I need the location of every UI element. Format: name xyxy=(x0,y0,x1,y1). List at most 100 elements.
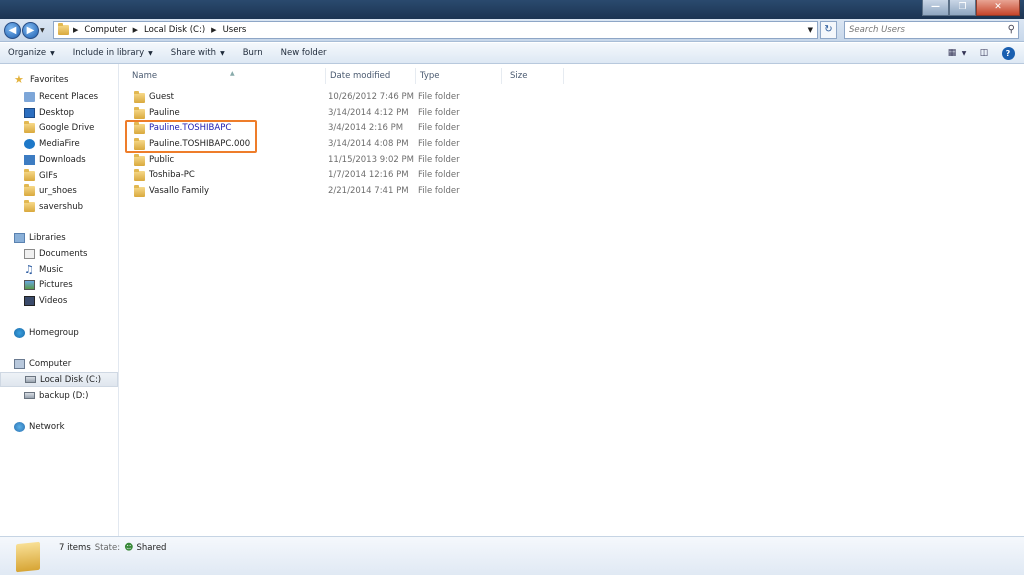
change-view-icon[interactable]: ▦ xyxy=(944,46,960,60)
burn-button[interactable]: Burn xyxy=(243,48,263,58)
nav-group-favorites[interactable]: ★ Favorites xyxy=(14,72,68,87)
nav-item-label: Videos xyxy=(39,295,68,306)
breadcrumb-label[interactable]: Computer xyxy=(84,25,126,35)
view-dropdown-icon[interactable]: ▼ xyxy=(960,46,968,60)
nav-group-libraries[interactable]: Libraries xyxy=(14,230,66,245)
nav-item-local-disk-c[interactable]: Local Disk (C:) xyxy=(0,372,118,387)
file-name-cell: Pauline xyxy=(134,106,180,121)
libraries-icon xyxy=(14,232,25,243)
breadcrumb-computer[interactable]: ▶ Computer xyxy=(73,25,127,35)
file-name: Public xyxy=(149,155,175,165)
breadcrumb-label[interactable]: Users xyxy=(223,25,247,35)
file-name: Guest xyxy=(149,92,174,102)
file-name: Toshiba-PC xyxy=(149,170,195,180)
maximize-button[interactable]: ❐ xyxy=(949,0,976,16)
share-with-button[interactable]: Share with ▼ xyxy=(171,48,225,58)
nav-item-videos[interactable]: Videos xyxy=(0,293,118,308)
nav-item-mediafire[interactable]: MediaFire xyxy=(0,136,118,151)
folder-icon xyxy=(134,90,145,103)
nav-item-documents[interactable]: Documents xyxy=(0,246,118,261)
folder-icon xyxy=(134,168,145,181)
back-button[interactable]: ◀ xyxy=(4,22,21,39)
share-with-label: Share with xyxy=(170,48,217,58)
breadcrumb-separator-icon[interactable]: ▶ xyxy=(211,26,216,34)
file-date: 2/21/2014 7:41 PM xyxy=(328,186,409,196)
documents-icon xyxy=(24,248,35,259)
drive-icon xyxy=(24,392,35,399)
nav-item-downloads[interactable]: Downloads xyxy=(0,152,118,167)
help-icon[interactable]: ? xyxy=(1000,46,1016,60)
file-name-cell: Toshiba-PC xyxy=(134,168,195,183)
organize-button[interactable]: Organize ▼ xyxy=(8,48,55,58)
file-row[interactable]: Toshiba-PC 1/7/2014 12:16 PM File folder xyxy=(126,168,516,183)
file-row[interactable]: Vasallo Family 2/21/2014 7:41 PM File fold… xyxy=(126,184,516,199)
breadcrumb-separator-icon[interactable]: ▶ xyxy=(73,26,78,34)
chevron-down-icon: ▼ xyxy=(220,50,225,57)
music-icon: ♫ xyxy=(24,262,34,276)
status-bar: 7 items State: ☻ Shared xyxy=(0,536,1024,575)
search-icon[interactable]: ⚲ xyxy=(1008,24,1015,35)
chevron-down-icon: ▼ xyxy=(50,50,55,57)
nav-group-computer[interactable]: Computer xyxy=(14,356,71,371)
nav-group-label: Computer xyxy=(29,358,72,369)
column-label: Size xyxy=(510,71,528,81)
nav-item-label: GIFs xyxy=(39,170,58,181)
column-header-date-modified[interactable]: Date modified xyxy=(326,68,416,84)
breadcrumb-label[interactable]: Local Disk (C:) xyxy=(144,25,205,35)
drive-icon xyxy=(25,376,36,383)
nav-item-backup-d[interactable]: backup (D:) xyxy=(0,388,118,403)
new-folder-button[interactable]: New folder xyxy=(281,48,327,58)
nav-item-pictures[interactable]: Pictures xyxy=(0,277,118,292)
window-titlebar: — ❐ ✕ xyxy=(0,0,1024,19)
forward-button[interactable]: ▶ xyxy=(22,22,39,39)
close-button[interactable]: ✕ xyxy=(976,0,1020,16)
desktop-icon xyxy=(24,107,35,118)
file-row[interactable]: Pauline.TOSHIBAPC.000 3/14/2014 4:08 PM Fi… xyxy=(126,137,516,152)
include-in-library-button[interactable]: Include in library ▼ xyxy=(73,48,153,58)
search-input[interactable] xyxy=(849,25,999,35)
address-bar[interactable]: ▶ Computer ▶ Local Disk (C:) ▶ Users ▼ xyxy=(53,21,818,39)
breadcrumb-separator-icon[interactable]: ▶ xyxy=(133,26,138,34)
refresh-button[interactable]: ↻ xyxy=(820,21,837,39)
nav-item-savershub[interactable]: savershub xyxy=(0,199,118,214)
window-controls: — ❐ ✕ xyxy=(922,0,1020,16)
column-header-type[interactable]: Type xyxy=(416,68,502,84)
include-in-library-label: Include in library xyxy=(72,48,145,58)
navigation-pane: ★ Favorites Recent Places Desktop Google … xyxy=(0,64,119,536)
file-name-cell: Pauline.TOSHIBAPC.000 xyxy=(134,137,250,152)
preview-pane-icon[interactable]: ◫ xyxy=(976,46,992,60)
nav-item-label: Music xyxy=(39,264,64,275)
file-row[interactable]: Guest 10/26/2012 7:46 PM File folder xyxy=(126,90,516,105)
nav-item-gifs[interactable]: GIFs xyxy=(0,168,118,183)
breadcrumb-users[interactable]: ▶ Users xyxy=(211,25,246,35)
nav-item-label: ur_shoes xyxy=(39,185,77,196)
file-type: File folder xyxy=(418,186,460,196)
file-row[interactable]: Pauline 3/14/2014 4:12 PM File folder xyxy=(126,106,516,121)
file-row[interactable]: Public 11/15/2013 9:02 PM File folder xyxy=(126,153,516,168)
state-label: State: xyxy=(94,543,121,553)
column-header-name[interactable]: ▲ Name xyxy=(128,68,326,84)
nav-item-google-drive[interactable]: Google Drive xyxy=(0,120,118,135)
file-name-cell: Guest xyxy=(134,90,174,105)
file-row[interactable]: Pauline.TOSHIBAPC 3/4/2014 2:16 PM File fo… xyxy=(126,121,516,136)
nav-group-network[interactable]: Network xyxy=(14,419,65,434)
file-name-cell: Public xyxy=(134,153,174,168)
nav-group-homegroup[interactable]: Homegroup xyxy=(14,325,79,340)
folder-icon xyxy=(24,199,35,212)
search-box[interactable]: ⚲ xyxy=(844,21,1019,39)
file-date: 11/15/2013 9:02 PM xyxy=(328,155,414,165)
breadcrumb-local-disk[interactable]: ▶ Local Disk (C:) xyxy=(133,25,206,35)
network-icon xyxy=(14,421,25,432)
nav-item-music[interactable]: ♫ Music xyxy=(0,262,118,277)
address-dropdown-icon[interactable]: ▼ xyxy=(808,26,813,34)
homegroup-icon xyxy=(14,327,25,338)
recent-pages-dropdown-icon[interactable]: ▼ xyxy=(40,27,45,34)
nav-item-label: Desktop xyxy=(39,107,75,118)
nav-item-desktop[interactable]: Desktop xyxy=(0,105,118,120)
column-header-size[interactable]: Size xyxy=(506,68,564,84)
nav-item-label: Recent Places xyxy=(39,91,99,102)
nav-item-recent-places[interactable]: Recent Places xyxy=(0,89,118,104)
nav-item-ur-shoes[interactable]: ur_shoes xyxy=(0,183,118,198)
minimize-button[interactable]: — xyxy=(922,0,949,16)
organize-label: Organize xyxy=(8,48,47,58)
